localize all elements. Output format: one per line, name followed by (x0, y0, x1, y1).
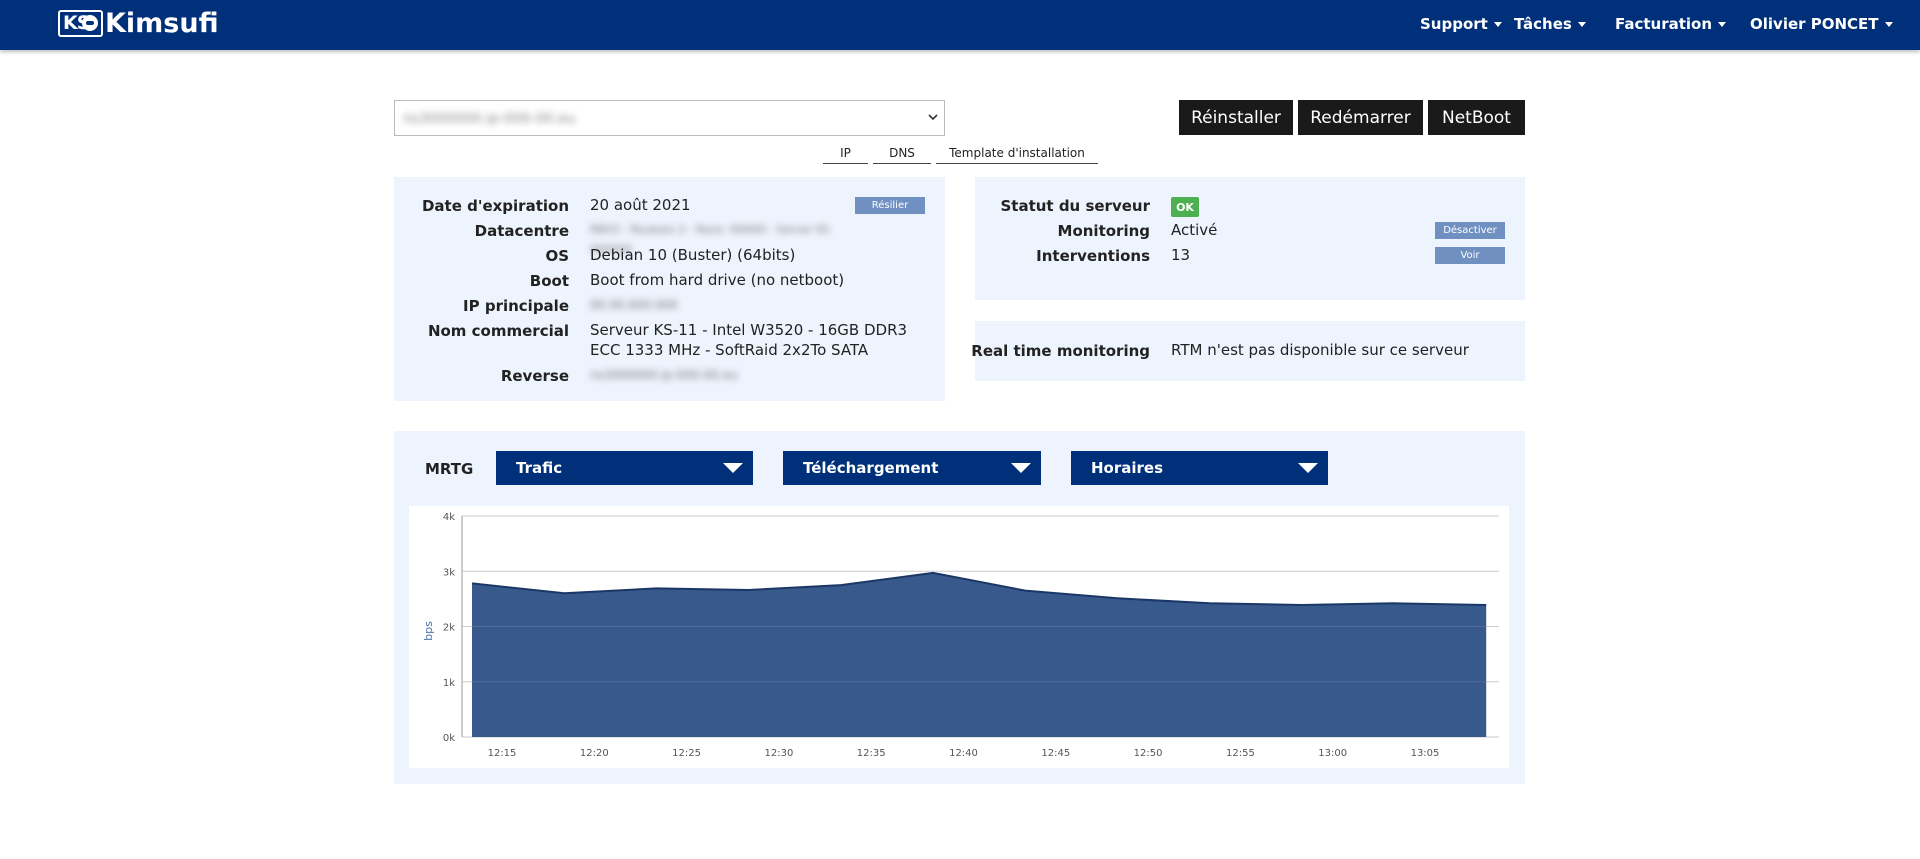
expiration-label: Date d'expiration (421, 197, 569, 215)
rtm-panel: Real time monitoring RTM n'est pas dispo… (971, 321, 1525, 381)
nav-item-label: Support (1420, 15, 1488, 33)
interventions-label: Interventions (1036, 247, 1150, 265)
triangle-down-icon (723, 463, 743, 473)
tab-dns[interactable]: DNS (873, 146, 931, 164)
y-tick-label: 0k (443, 733, 455, 744)
dropdown-label: Trafic (516, 459, 563, 477)
mrtg-type-dropdown[interactable]: Trafic (496, 451, 753, 485)
main-ip-label: IP principale (463, 297, 569, 315)
caret-down-icon (1493, 21, 1502, 27)
logo-ball-icon (82, 15, 98, 31)
y-tick-label: 4k (443, 512, 455, 523)
x-tick-label: 12:35 (857, 748, 886, 759)
monitoring-value: Activé (1171, 221, 1218, 239)
dropdown-label: Horaires (1091, 459, 1164, 477)
y-tick-label: 1k (443, 678, 455, 689)
view-interventions-button[interactable]: Voir (1435, 247, 1505, 264)
x-tick-label: 13:00 (1318, 748, 1347, 759)
status-badge: OK (1171, 197, 1199, 217)
traffic-area (472, 572, 1487, 737)
x-tick-label: 12:15 (488, 748, 517, 759)
x-tick-label: 13:05 (1411, 748, 1440, 759)
mrtg-period-dropdown[interactable]: Horaires (1071, 451, 1328, 485)
tab-ip[interactable]: IP (823, 146, 868, 164)
nav-item-label: Facturation (1615, 15, 1713, 33)
datacenter-label: Datacentre (474, 222, 569, 240)
monitoring-label: Monitoring (1057, 222, 1150, 240)
traffic-chart-svg: 0k 1k 2k 3k 4k 12:15 12:20 12:25 12:30 12:35 12:40… (422, 512, 1499, 759)
reverse-value: ns3000000.ip-000-00.eu (590, 368, 738, 382)
rtm-label: Real time monitoring (971, 342, 1150, 360)
commercial-name-label: Nom commercial (427, 322, 569, 340)
traffic-chart: 0k 1k 2k 3k 4k 12:15 12:20 12:25 12:30 12:35 12:40… (409, 506, 1509, 768)
x-tick-label: 12:55 (1226, 748, 1255, 759)
dropdown-label: Téléchargement (803, 459, 939, 477)
mrtg-direction-dropdown[interactable]: Téléchargement (783, 451, 1041, 485)
mrtg-panel: MRTG Trafic Téléchargement Horaires 0k 1k… (394, 431, 1525, 784)
chevron-down-icon (928, 110, 938, 126)
nav-item-label: Tâches (1514, 15, 1572, 33)
nav-item-taches[interactable]: Tâches (1514, 15, 1586, 33)
server-select[interactable]: ns3000000.ip-000-00.eu (394, 100, 945, 136)
x-tick-label: 12:20 (580, 748, 609, 759)
os-label: OS (545, 247, 569, 265)
boot-label: Boot (529, 272, 569, 290)
server-details-panel: Date d'expiration 20 août 2021 Résilier … (394, 177, 945, 401)
interventions-value: 13 (1171, 246, 1191, 264)
os-value: Debian 10 (Buster) (64bits) (590, 246, 796, 264)
reinstall-button[interactable]: Réinstaller (1179, 100, 1293, 135)
triangle-down-icon (1011, 463, 1031, 473)
caret-down-icon (1577, 21, 1586, 27)
x-tick-label: 12:45 (1041, 748, 1070, 759)
disable-monitoring-button[interactable]: Désactiver (1435, 222, 1505, 239)
caret-down-icon (1718, 21, 1727, 27)
ks-logo-mark-icon: KS (58, 10, 103, 37)
nav-item-label: Olivier PONCET (1750, 15, 1879, 33)
y-axis-label: bps (422, 621, 435, 641)
server-status-panel: Statut du serveur OK Monitoring Activé D… (975, 177, 1525, 300)
expiration-value: 20 août 2021 (590, 196, 691, 214)
server-status-label: Statut du serveur (1000, 197, 1150, 215)
y-tick-label: 2k (443, 623, 455, 634)
nav-item-support[interactable]: Support (1420, 15, 1502, 33)
cancel-subscription-button[interactable]: Résilier (855, 197, 925, 214)
main-ip-value: 00.00.000.000 (590, 298, 678, 312)
kimsufi-logo[interactable]: KS Kimsufi (58, 10, 219, 37)
y-tick-label: 3k (443, 567, 455, 578)
logo-text: Kimsufi (105, 8, 219, 39)
x-tick-label: 12:40 (949, 748, 978, 759)
triangle-down-icon (1298, 463, 1318, 473)
netboot-button[interactable]: NetBoot (1428, 100, 1525, 135)
x-tick-label: 12:30 (764, 748, 793, 759)
server-select-value: ns3000000.ip-000-00.eu (403, 111, 576, 127)
x-tick-label: 12:25 (672, 748, 701, 759)
nav-item-facturation[interactable]: Facturation (1615, 15, 1727, 33)
x-tick-label: 12:50 (1134, 748, 1163, 759)
reboot-button[interactable]: Redémarrer (1298, 100, 1423, 135)
commercial-name-value: Serveur KS-11 - Intel W3520 - 16GB DDR3 … (590, 321, 908, 359)
tab-installation-template[interactable]: Template d'installation (936, 146, 1098, 164)
caret-down-icon (1884, 21, 1893, 27)
boot-value: Boot from hard drive (no netboot) (590, 271, 845, 289)
mrtg-label: MRTG (425, 460, 474, 478)
nav-item-user[interactable]: Olivier PONCET (1750, 15, 1893, 33)
rtm-value: RTM n'est pas disponible sur ce serveur (1171, 341, 1469, 359)
reverse-label: Reverse (500, 367, 569, 385)
